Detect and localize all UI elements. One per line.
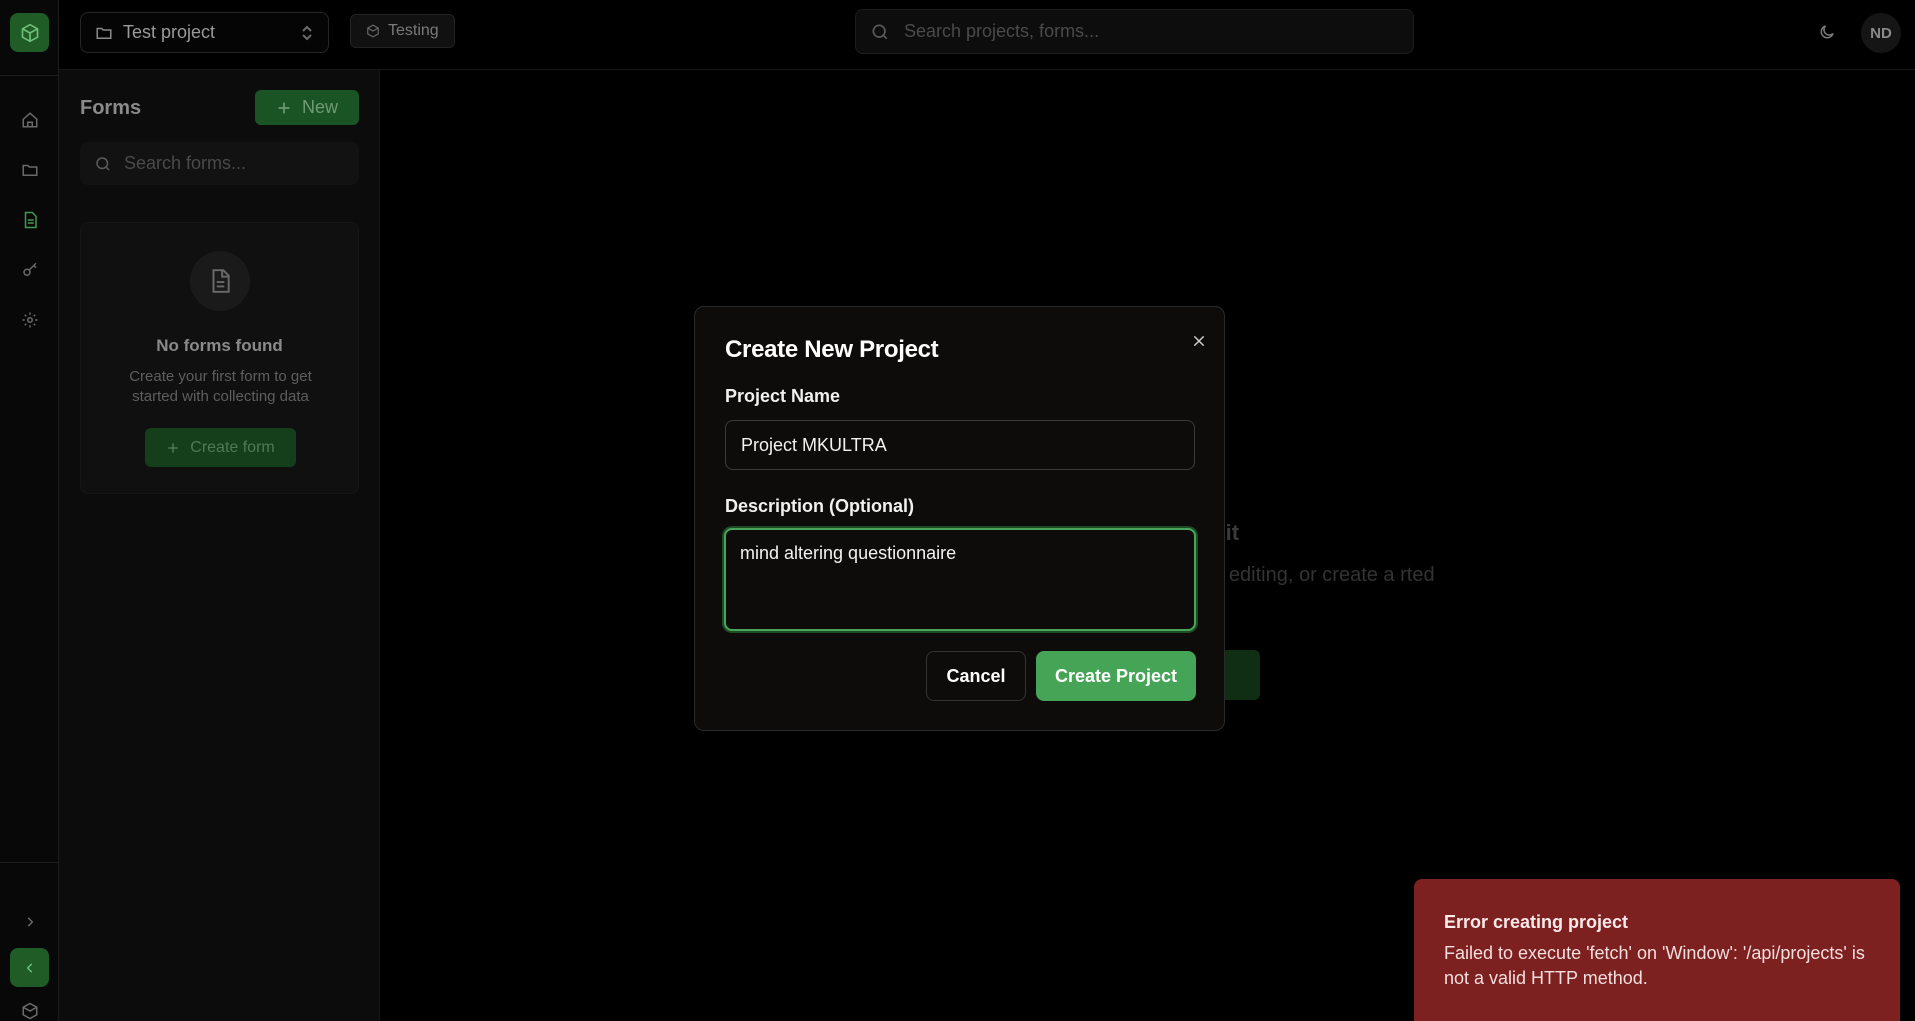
- new-form-button[interactable]: New: [255, 90, 359, 125]
- forms-search-input[interactable]: [124, 153, 344, 174]
- chevron-right-icon[interactable]: [18, 910, 41, 933]
- environment-label: Testing: [388, 22, 439, 39]
- moon-icon[interactable]: [1815, 20, 1839, 44]
- create-project-button[interactable]: Create Project: [1036, 651, 1196, 701]
- package-icon[interactable]: [18, 999, 41, 1021]
- close-icon[interactable]: [1187, 329, 1211, 353]
- gear-icon[interactable]: [18, 308, 41, 331]
- rail-divider: [0, 862, 59, 863]
- search-icon: [872, 24, 888, 39]
- dialog-title: Create New Project: [725, 336, 939, 363]
- key-icon[interactable]: [18, 258, 41, 281]
- toast-title: Error creating project: [1444, 912, 1629, 932]
- document-icon: [190, 251, 250, 311]
- empty-state-subtitle: Create your first form to get started wi…: [129, 368, 312, 405]
- chevron-up-down-icon: [302, 25, 312, 40]
- forms-sidebar: Forms New No forms found Create your fir…: [59, 70, 380, 1021]
- collapse-sidebar-button[interactable]: [10, 948, 49, 987]
- avatar[interactable]: ND: [1861, 13, 1901, 53]
- app-logo-icon[interactable]: [10, 13, 49, 52]
- top-bar: Test project Testing ND: [59, 0, 1915, 70]
- folder-open-icon: [96, 27, 112, 39]
- nav-rail: [0, 0, 59, 1021]
- home-icon[interactable]: [18, 108, 41, 131]
- empty-state-title: No forms found: [156, 336, 283, 355]
- global-search-input[interactable]: [904, 21, 1384, 42]
- chevron-left-icon: [26, 962, 32, 973]
- plus-icon: [278, 102, 290, 113]
- project-selector-label: Test project: [123, 22, 216, 42]
- project-name-input[interactable]: [725, 420, 1195, 470]
- plus-icon: [168, 442, 178, 453]
- project-selector[interactable]: Test project: [80, 12, 329, 53]
- create-form-label: Create form: [190, 438, 275, 456]
- rail-divider: [0, 75, 59, 76]
- search-icon: [96, 156, 110, 171]
- empty-state-card: No forms found Create your first form to…: [80, 222, 359, 494]
- package-icon: [367, 24, 379, 38]
- main-empty-subtitle: art editing, or create a rted: [1200, 564, 1435, 586]
- cancel-button[interactable]: Cancel: [926, 651, 1026, 701]
- forms-icon[interactable]: [18, 208, 41, 231]
- create-project-dialog: Create New Project Project Name Descript…: [694, 306, 1225, 731]
- global-search: [855, 9, 1414, 54]
- create-form-button[interactable]: Create form: [145, 428, 296, 467]
- project-name-label: Project Name: [725, 386, 841, 406]
- description-input[interactable]: mind altering questionnaire: [724, 528, 1196, 631]
- folder-icon[interactable]: [18, 158, 41, 181]
- new-form-label: New: [301, 97, 338, 117]
- forms-title: Forms: [80, 97, 142, 119]
- forms-search: [80, 142, 359, 185]
- environment-badge[interactable]: Testing: [350, 14, 455, 48]
- error-toast[interactable]: Error creating project Failed to execute…: [1414, 879, 1900, 1021]
- toast-message: Failed to execute 'fetch' on 'Window': '…: [1444, 943, 1865, 988]
- description-label: Description (Optional): [725, 496, 914, 516]
